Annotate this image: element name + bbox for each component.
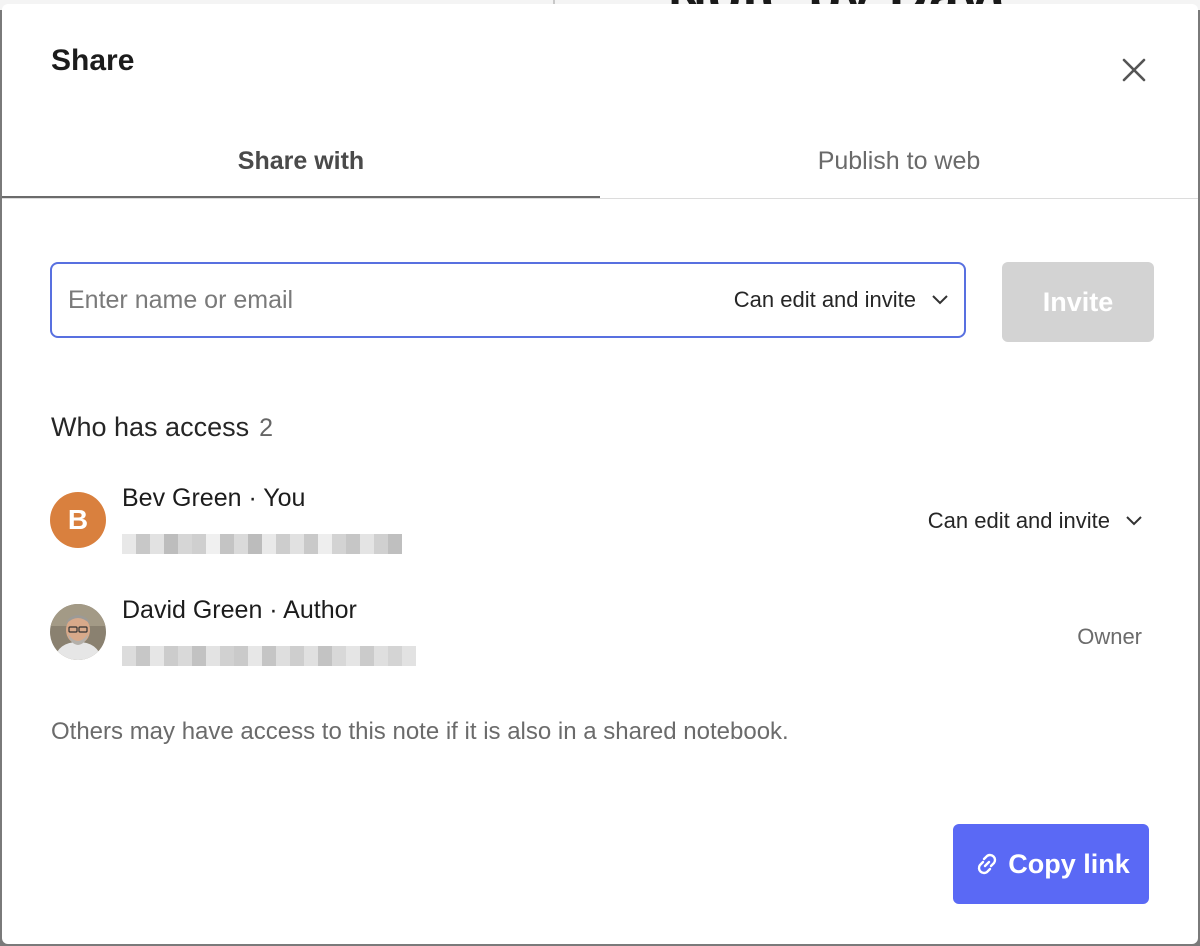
tab-publish-to-web[interactable]: Publish to web xyxy=(600,124,1198,198)
link-icon xyxy=(978,853,997,875)
invite-field: Can edit and invite xyxy=(50,262,966,338)
tab-share-with[interactable]: Share with xyxy=(2,124,600,198)
copy-link-label: Copy link xyxy=(1008,848,1130,879)
active-tab-indicator xyxy=(2,196,600,198)
shared-notebook-note: Others may have access to this note if i… xyxy=(51,718,789,745)
close-button[interactable] xyxy=(1116,52,1152,88)
invite-permission-select[interactable]: Can edit and invite xyxy=(734,264,950,336)
access-count: 2 xyxy=(259,414,273,442)
access-row: David Green · Author Owner xyxy=(50,594,1154,674)
invite-button[interactable]: Invite xyxy=(1002,262,1154,342)
person-name: David Green · Author xyxy=(122,596,357,624)
redacted-email xyxy=(122,534,402,554)
close-icon xyxy=(1122,58,1146,82)
access-row: B Bev Green · You Can edit and invite xyxy=(50,482,1154,562)
owner-label: Owner xyxy=(1077,624,1142,649)
chevron-down-icon xyxy=(1126,516,1142,526)
share-dialog: Share Share with Publish to web Can edit… xyxy=(2,4,1198,944)
avatar xyxy=(50,604,106,660)
member-permission-select[interactable]: Can edit and invite xyxy=(928,508,1144,534)
dialog-title: Share xyxy=(51,44,135,77)
person-name: Bev Green · You xyxy=(122,484,306,512)
user-photo-icon xyxy=(50,604,106,660)
redacted-email xyxy=(122,646,416,666)
avatar: B xyxy=(50,492,106,548)
copy-link-button[interactable]: Copy link xyxy=(953,824,1149,904)
access-heading-label: Who has access xyxy=(51,412,250,442)
tab-bar: Share with Publish to web xyxy=(2,124,1198,199)
name-email-input[interactable] xyxy=(66,284,670,316)
member-permission-label: Can edit and invite xyxy=(927,508,1110,533)
invite-permission-label: Can edit and invite xyxy=(733,287,916,312)
who-has-access-heading: Who has access 2 xyxy=(51,412,273,443)
chevron-down-icon xyxy=(932,295,948,305)
